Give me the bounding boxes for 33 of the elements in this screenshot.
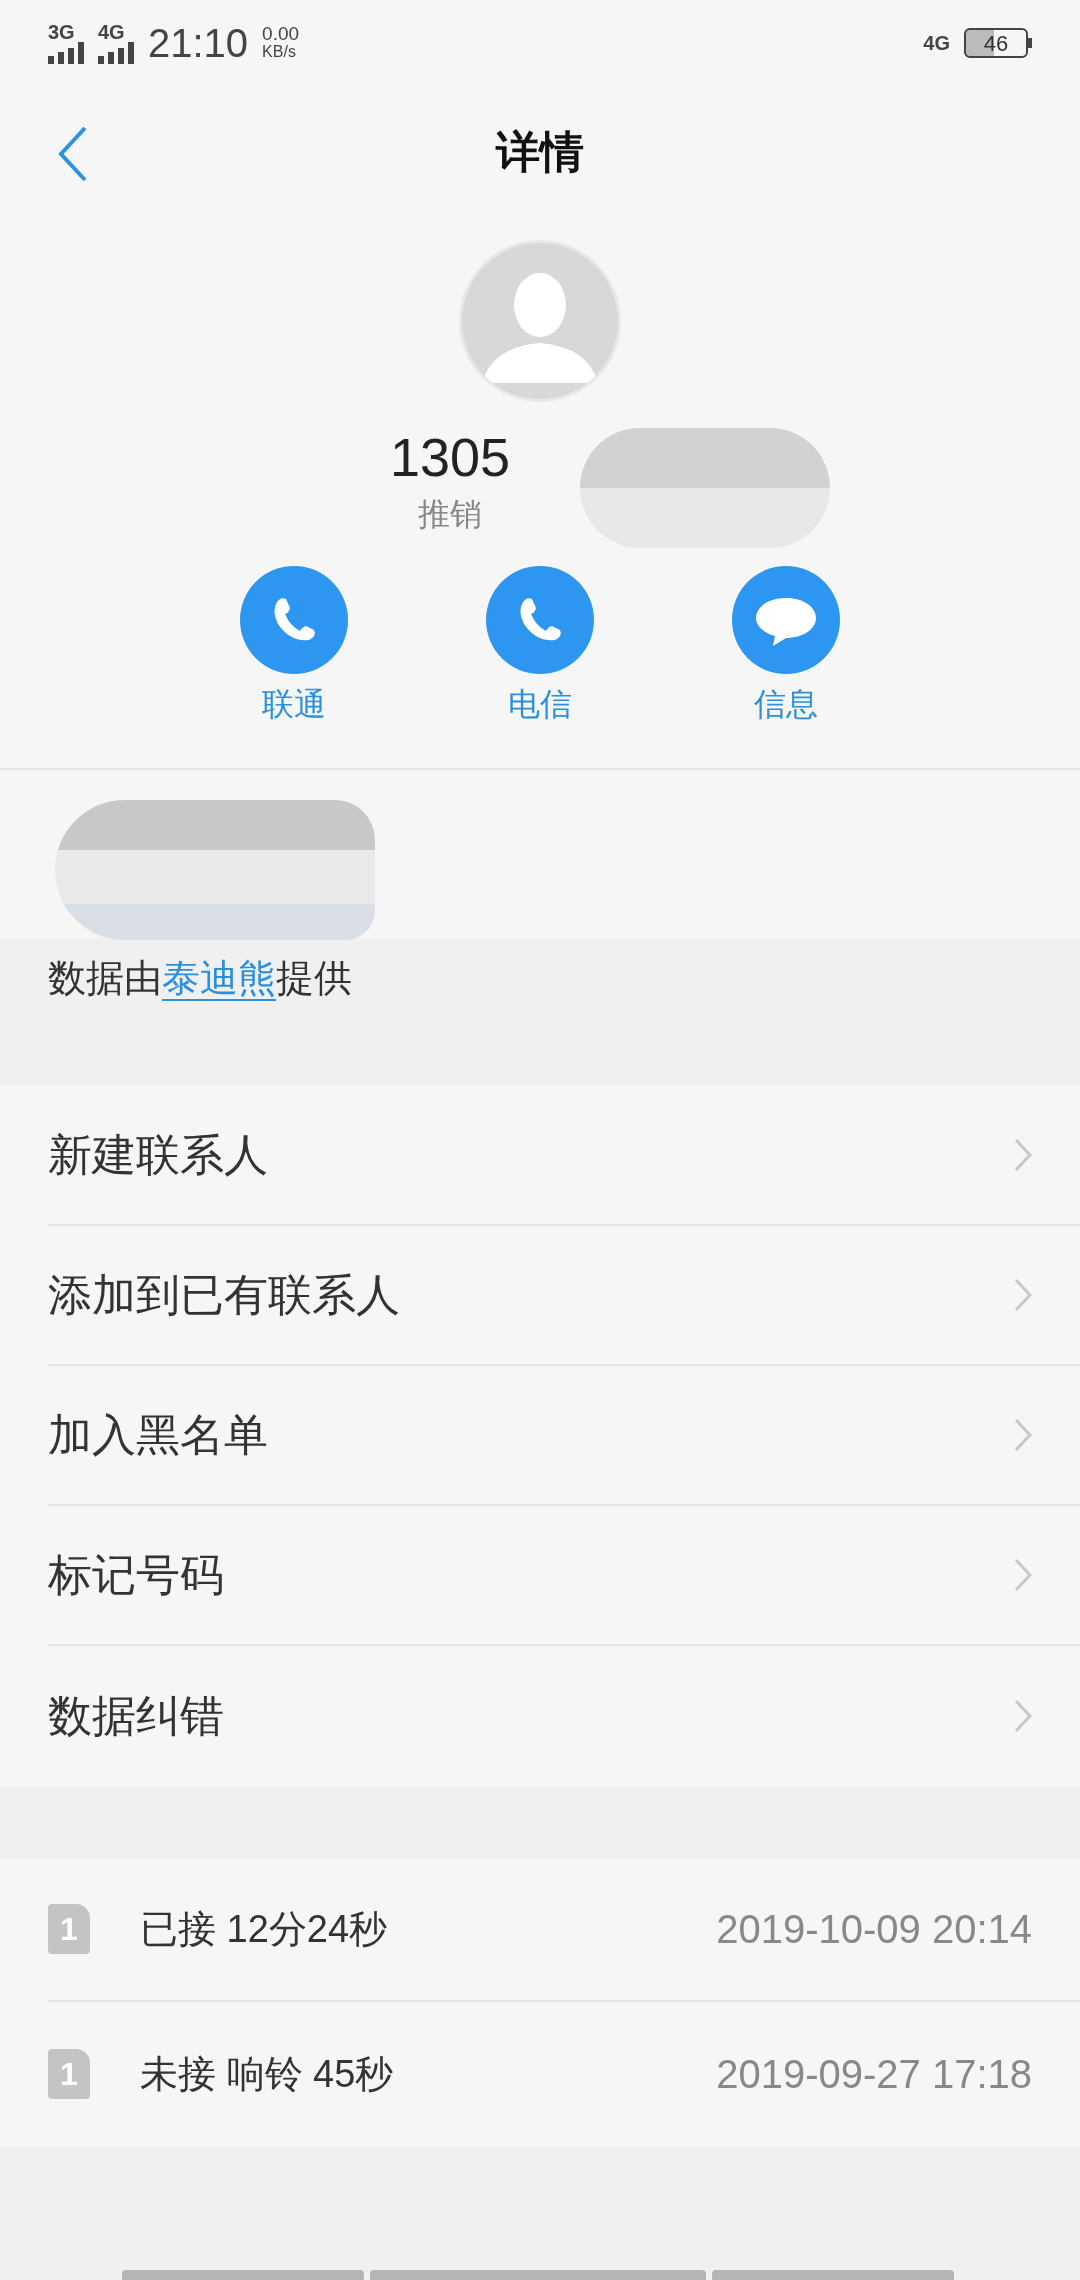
data-source-text: 数据由泰迪熊提供 <box>48 956 353 1003</box>
call-time: 2019-09-27 17:18 <box>716 2051 1032 2098</box>
navigation-bar[interactable] <box>122 2270 364 2280</box>
network-type-label: 4G <box>98 22 125 42</box>
page-title: 详情 <box>496 126 584 178</box>
navigation-bar[interactable] <box>370 2270 706 2280</box>
battery-icon: 46 <box>964 28 1028 58</box>
phone-icon <box>240 566 348 674</box>
chevron-icon <box>1014 1278 1032 1312</box>
number-tag: 推销 <box>418 492 662 536</box>
call-detail: 已接 12分24秒 <box>140 1906 389 1952</box>
menu-item[interactable]: 加入黑名单 <box>48 1366 1080 1506</box>
message-icon <box>732 566 840 674</box>
call-detail: 未接 响铃 45秒 <box>140 2051 395 2097</box>
menu-item[interactable]: 标记号码 <box>48 1506 1080 1646</box>
speed-unit: KB/s <box>262 43 297 61</box>
network-type-label: 4G <box>923 31 950 56</box>
speed-value: 0.00 <box>262 25 300 43</box>
network-type-label: 3G <box>48 22 75 42</box>
call-time: 2019-10-09 20:14 <box>716 1906 1032 1953</box>
chevron-icon <box>1014 1138 1032 1172</box>
menu-item[interactable]: 添加到已有联系人 <box>48 1226 1080 1366</box>
menu-item[interactable]: 数据纠错 <box>48 1646 1080 1786</box>
phone-number: 1305 <box>389 426 512 489</box>
navigation-bar[interactable] <box>712 2270 954 2280</box>
clock-time: 21:10 <box>148 20 249 67</box>
chevron-icon <box>1014 1418 1032 1452</box>
menu-item[interactable]: 新建联系人 <box>48 1086 1080 1226</box>
chevron-icon <box>1014 1699 1032 1733</box>
phone-icon <box>486 566 594 674</box>
chevron-icon <box>1014 1558 1032 1592</box>
sim-badge: 1 <box>48 2049 90 2099</box>
sim-badge: 1 <box>48 1904 90 1954</box>
